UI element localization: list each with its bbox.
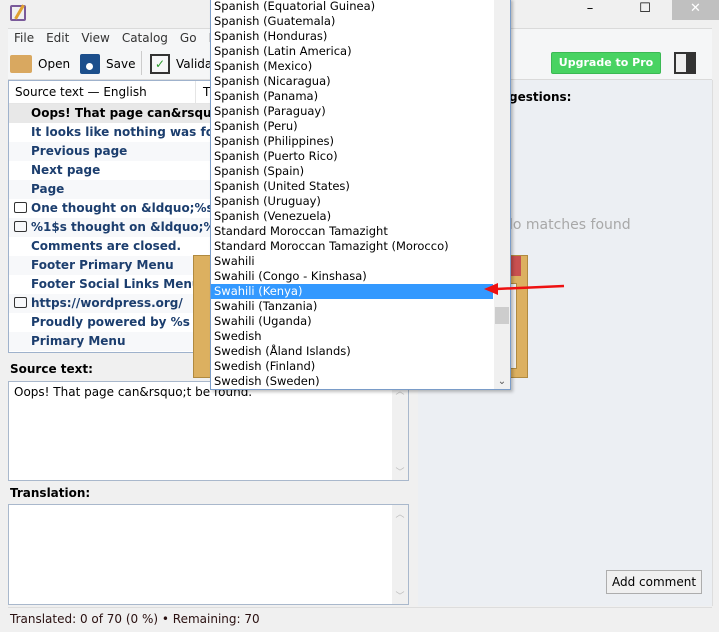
list-item-text: It looks like nothing was fo... [31, 125, 228, 139]
minimize-button[interactable]: – [570, 0, 610, 20]
close-button[interactable]: ✕ [672, 0, 719, 20]
dropdown-option[interactable]: Swahili (Uganda) [211, 314, 493, 329]
comment-icon [14, 297, 27, 308]
list-item-text: Comments are closed. [31, 239, 182, 253]
dropdown-option[interactable]: Swahili (Congo - Kinshasa) [211, 269, 493, 284]
dropdown-option[interactable]: Spanish (Mexico) [211, 59, 493, 74]
annotation-arrow-icon [484, 283, 565, 295]
dropdown-option[interactable]: Spanish (Panama) [211, 89, 493, 104]
app-icon [10, 5, 26, 21]
upgrade-to-pro-button[interactable]: Upgrade to Pro [551, 52, 661, 74]
dropdown-option[interactable]: Spanish (Puerto Rico) [211, 149, 493, 164]
list-item-text: One thought on &ldquo;%s... [31, 201, 228, 215]
dropdown-option[interactable]: Swedish (Sweden) [211, 374, 493, 389]
list-item-text: https://wordpress.org/ [31, 296, 183, 310]
validate-button[interactable]: ✓ Validat [150, 51, 217, 77]
save-label: Save [106, 57, 136, 71]
list-item-text: %1$s thought on &ldquo;%... [31, 220, 230, 234]
dropdown-option[interactable]: Swedish [211, 329, 493, 344]
dropdown-option[interactable]: Swahili [211, 254, 493, 269]
checkmark-icon: ✓ [150, 54, 170, 74]
dropdown-option[interactable]: Spanish (Spain) [211, 164, 493, 179]
scrollbar[interactable]: ︿ ﹀ [392, 382, 408, 480]
toolbar-divider [141, 51, 142, 75]
scrollbar-thumb[interactable] [495, 307, 509, 324]
list-item-text: Footer Social Links Menu [31, 277, 201, 291]
dropdown-option[interactable]: Swedish (Åland Islands) [211, 344, 493, 359]
open-button[interactable]: Open [10, 51, 70, 77]
dropdown-option[interactable]: Spanish (Paraguay) [211, 104, 493, 119]
language-dropdown-list[interactable]: Spanish (Equatorial Guinea) Spanish (Guat… [210, 0, 511, 390]
list-item-text: Oops! That page can&rsquo... [31, 106, 234, 120]
dropdown-option[interactable]: Swedish (Finland) [211, 359, 493, 374]
dropdown-option[interactable]: Spanish (Honduras) [211, 29, 493, 44]
list-item-text: Proudly powered by %s [31, 315, 190, 329]
menu-edit[interactable]: Edit [40, 29, 75, 47]
dropdown-option[interactable]: Spanish (Nicaragua) [211, 74, 493, 89]
dropdown-option[interactable]: Spanish (Peru) [211, 119, 493, 134]
comment-icon [14, 221, 27, 232]
menu-go[interactable]: Go [174, 29, 203, 47]
add-comment-button[interactable]: Add comment [606, 570, 702, 594]
status-bar: Translated: 0 of 70 (0 %) • Remaining: 7… [8, 607, 712, 629]
dropdown-option[interactable]: Spanish (Latin America) [211, 44, 493, 59]
dropdown-scrollbar[interactable]: ⌄ [494, 0, 510, 389]
dropdown-option[interactable]: Spanish (Philippines) [211, 134, 493, 149]
floppy-disk-icon [80, 54, 100, 74]
source-text-label: Source text: [10, 362, 93, 376]
sidebar-toggle-icon[interactable] [674, 52, 696, 74]
menu-file[interactable]: File [8, 29, 40, 47]
list-item-text: Previous page [31, 144, 128, 158]
dropdown-option[interactable]: Spanish (Uruguay) [211, 194, 493, 209]
dropdown-option[interactable]: Standard Moroccan Tamazight [211, 224, 493, 239]
save-button[interactable]: Save [80, 51, 135, 77]
dropdown-option[interactable]: Spanish (Venezuela) [211, 209, 493, 224]
column-source[interactable]: Source text — English [15, 85, 147, 99]
dropdown-option[interactable]: Swahili (Tanzania) [211, 299, 493, 314]
dropdown-option[interactable]: Standard Moroccan Tamazight (Morocco) [211, 239, 493, 254]
list-item-text: Primary Menu [31, 334, 126, 348]
suggestions-label: gestions: [509, 90, 572, 104]
menu-view[interactable]: View [75, 29, 115, 47]
menu-catalog[interactable]: Catalog [116, 29, 174, 47]
dropdown-option[interactable]: Spanish (Guatemala) [211, 14, 493, 29]
source-text-field[interactable]: Oops! That page can&rsquo;t be found. ︿ ﹀ [8, 381, 409, 481]
list-item-text: Footer Primary Menu [31, 258, 174, 272]
column-translation[interactable]: T [195, 81, 210, 103]
translation-label: Translation: [10, 486, 91, 500]
dropdown-option[interactable]: Swahili (Kenya) [211, 284, 493, 299]
list-item-text: Page [31, 182, 65, 196]
scrollbar[interactable]: ︿ ﹀ [392, 505, 408, 604]
comment-icon [14, 202, 27, 213]
maximize-button[interactable]: ☐ [625, 0, 665, 20]
translation-field[interactable]: ︿ ﹀ [8, 504, 409, 605]
dropdown-option[interactable]: Spanish (Equatorial Guinea) [211, 0, 493, 14]
folder-icon [10, 55, 32, 73]
no-matches-text: lo matches found [509, 217, 631, 233]
scroll-down-icon[interactable]: ⌄ [494, 376, 510, 387]
open-label: Open [38, 57, 71, 71]
list-item-text: Next page [31, 163, 101, 177]
dropdown-option[interactable]: Spanish (United States) [211, 179, 493, 194]
